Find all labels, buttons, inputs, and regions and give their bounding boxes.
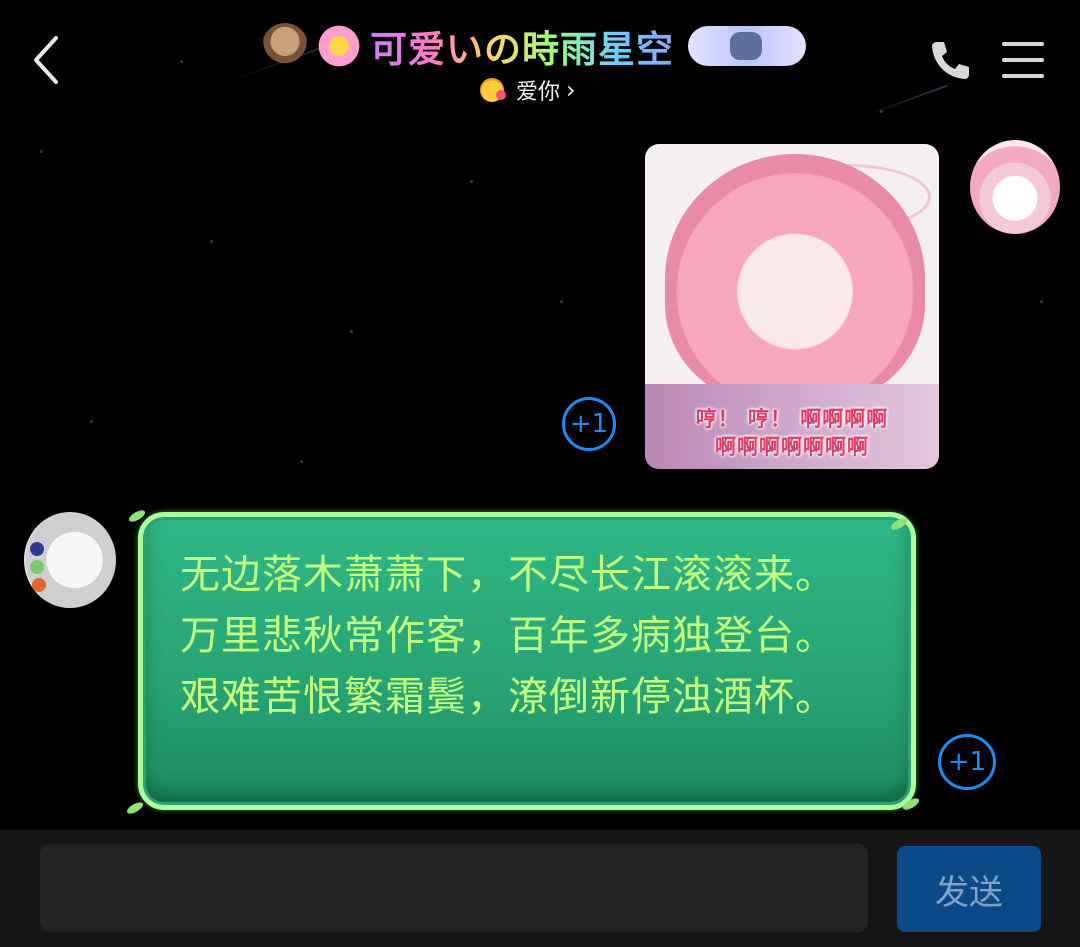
sticker-character-image [665, 154, 925, 404]
sticker-message[interactable]: 哼！ 哼！ 啊啊啊啊 啊啊啊啊啊啊啊 [645, 144, 939, 469]
message-text: 无边落木萧萧下，不尽长江滚滚来。万里悲秋常作客，百年多病独登台。艰难苦恨繁霜鬓，… [180, 552, 836, 720]
call-button[interactable] [928, 38, 972, 82]
plus-one-button[interactable]: +1 [938, 734, 996, 790]
back-button[interactable] [28, 34, 68, 86]
text-message-bubble[interactable]: 无边落木萧萧下，不尽长江滚滚来。万里悲秋常作客，百年多病独登台。艰难苦恨繁霜鬓，… [138, 512, 916, 810]
phone-icon [932, 42, 969, 79]
sticker-caption: 哼！ 哼！ 啊啊啊啊 啊啊啊啊啊啊啊 [645, 405, 939, 461]
leaf-decoration-icon [125, 800, 145, 816]
chat-title: 可爱いの時雨星空 [370, 19, 674, 73]
contact-avatar[interactable] [24, 512, 116, 608]
mooncake-badge-icon [262, 23, 308, 69]
space-robot-badge-icon [688, 26, 806, 66]
subtitle-text: 爱你 [516, 80, 561, 105]
chat-title-row[interactable]: 可爱いの時雨星空 [262, 18, 806, 74]
blowing-kiss-emoji-icon [480, 78, 506, 102]
menu-button[interactable] [1000, 38, 1046, 82]
hamburger-menu-icon [1002, 42, 1044, 78]
message-input[interactable] [40, 844, 868, 932]
chat-subtitle[interactable]: 爱你 › [480, 74, 576, 106]
chevron-right-icon: › [566, 76, 576, 104]
sticker-caption-line1: 哼！ 哼！ 啊啊啊啊 [695, 407, 889, 431]
send-button[interactable]: 发送 [897, 846, 1041, 932]
chat-header: 可爱いの時雨星空 爱你 › [0, 0, 1080, 120]
flower-badge-icon [316, 23, 362, 69]
my-avatar[interactable] [970, 140, 1060, 234]
plus-one-button[interactable]: +1 [562, 397, 616, 451]
chevron-left-icon [34, 36, 58, 84]
sticker-caption-line2: 啊啊啊啊啊啊啊 [715, 435, 869, 459]
composer-bar: 发送 [0, 830, 1080, 947]
